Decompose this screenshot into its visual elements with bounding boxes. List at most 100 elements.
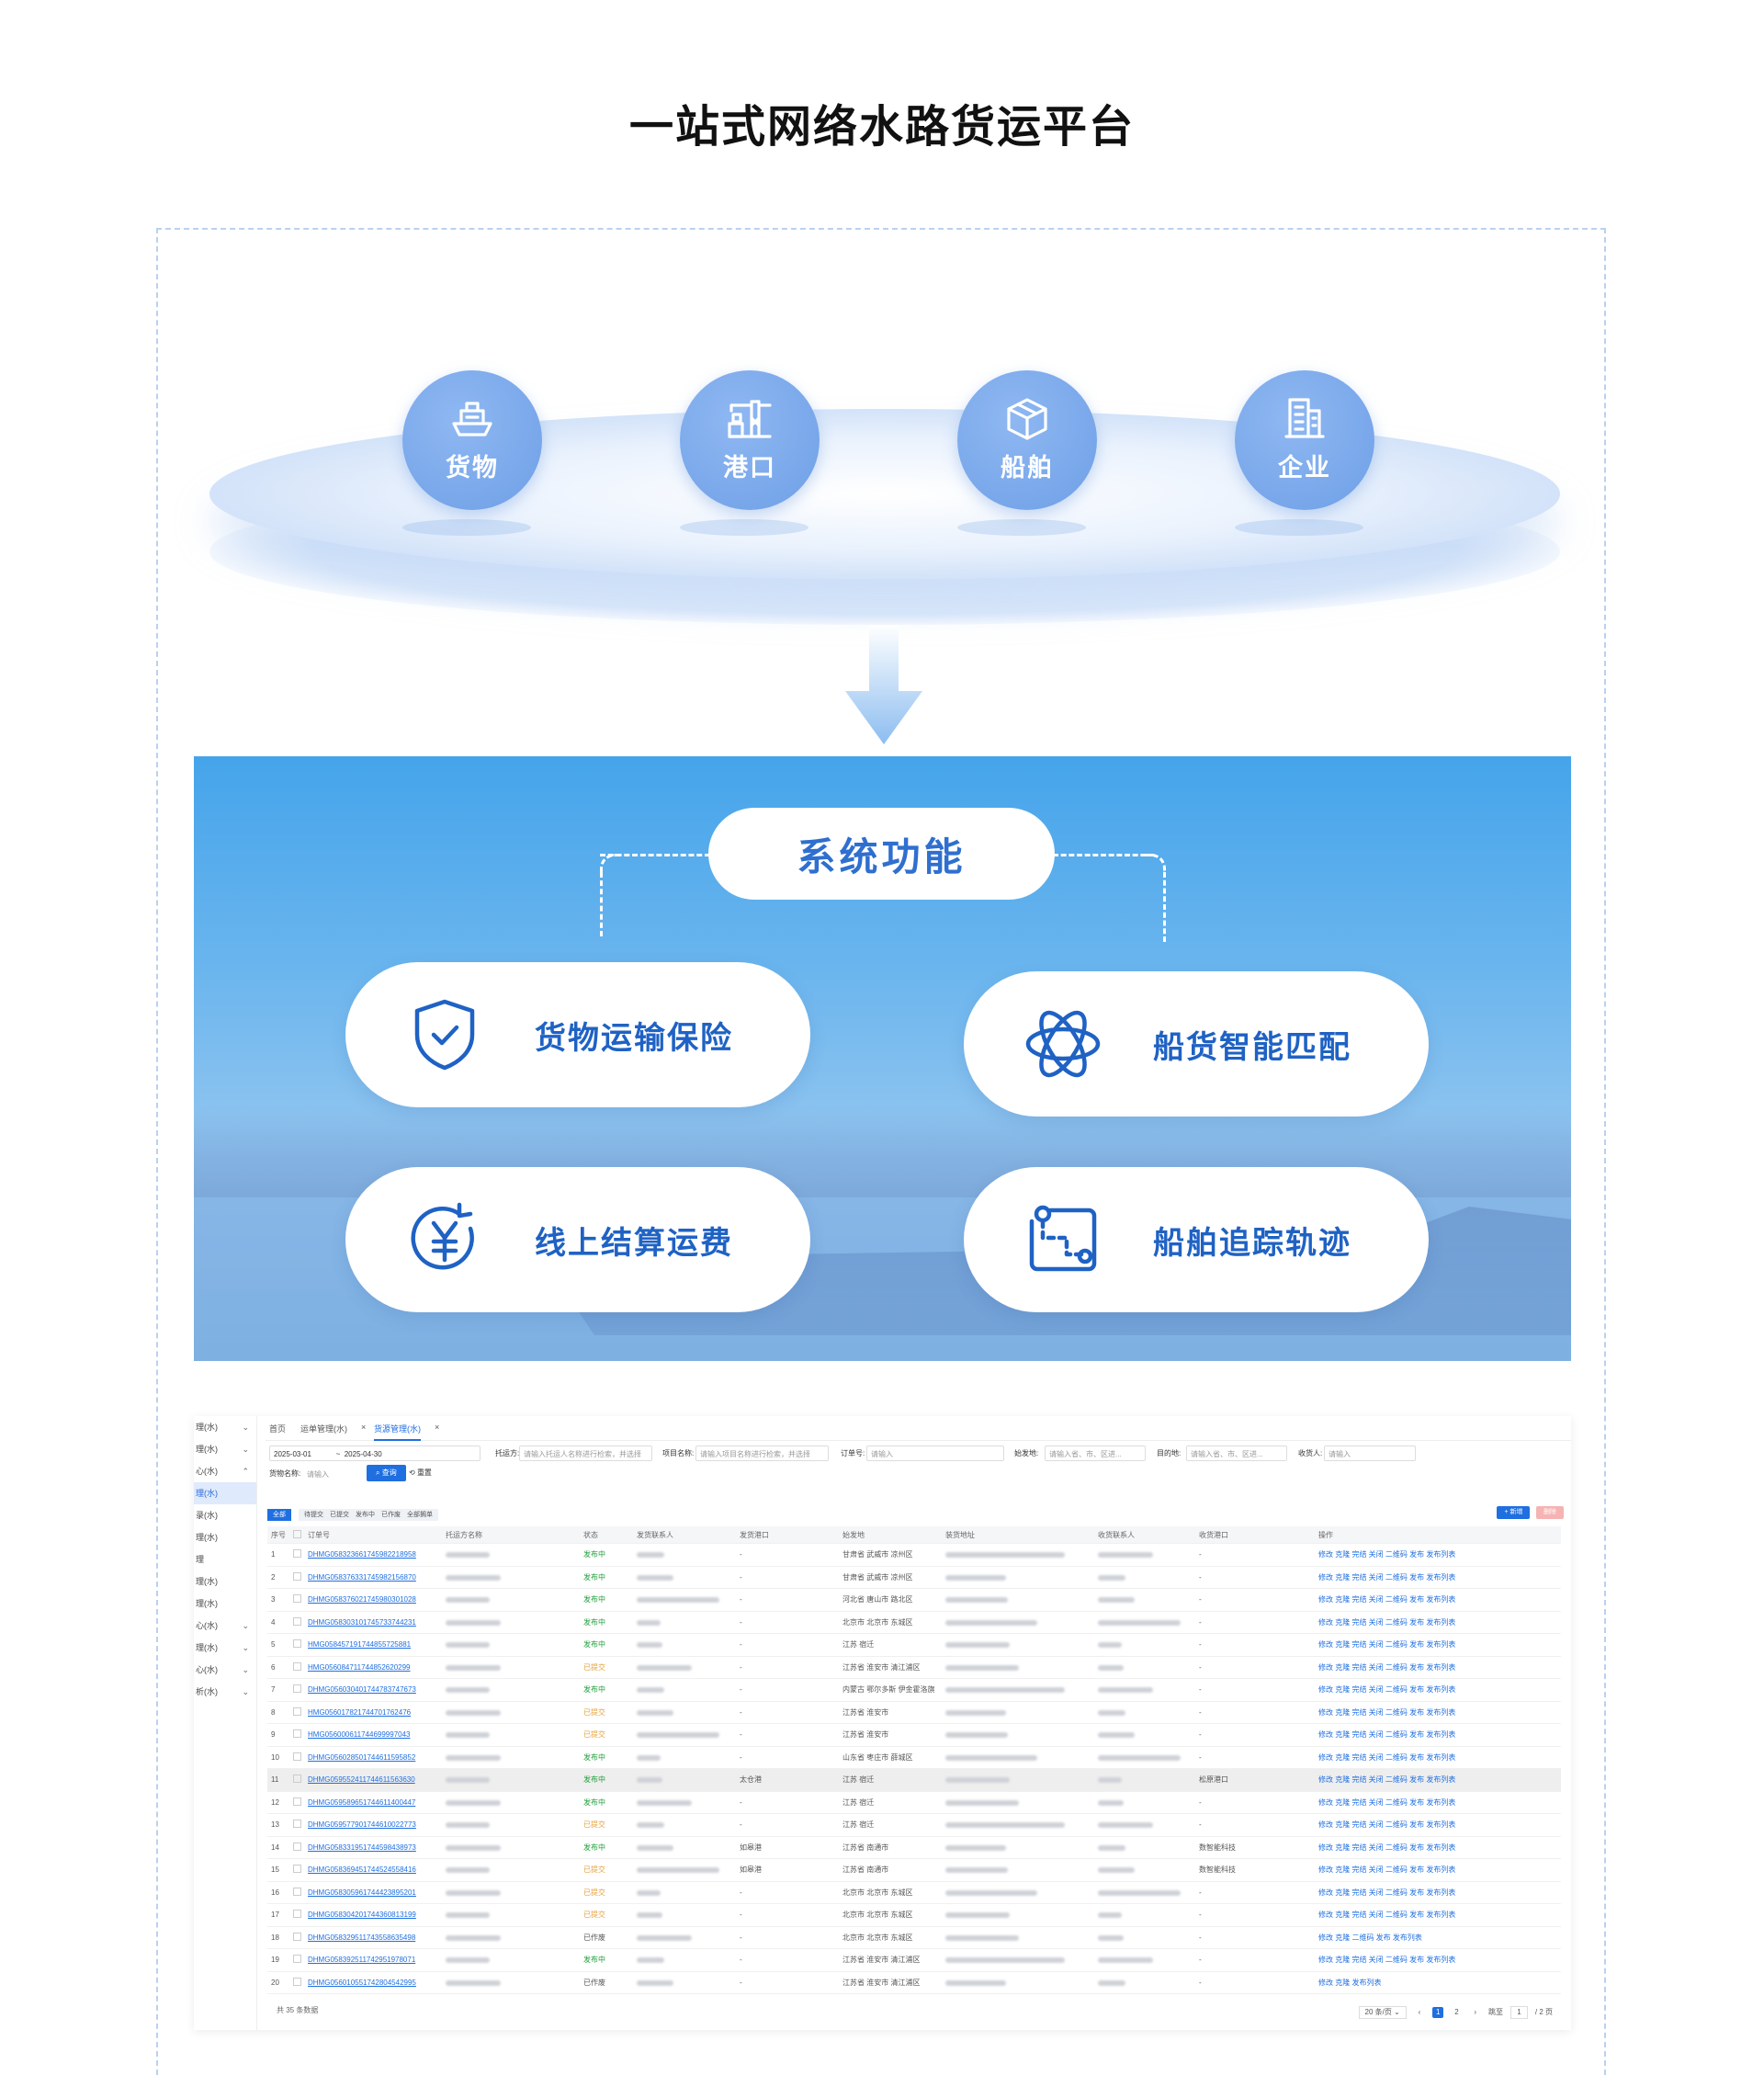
order-input[interactable]: 请输入: [866, 1446, 1004, 1461]
tab-waybill[interactable]: 运单管理(水): [300, 1423, 347, 1434]
order-number-link[interactable]: DHMG059589651744611400447: [304, 1791, 442, 1814]
row-actions[interactable]: 修改 克隆 完结 关闭 二维码 发布 发布列表: [1315, 1588, 1561, 1612]
order-number-link[interactable]: HMG056084711744852620299: [304, 1656, 442, 1679]
page-1-button[interactable]: 1: [1432, 2007, 1444, 2018]
table-row[interactable]: 18 DHMG058329511743558635498 已作废 - 北京市 北京市 东…: [267, 1926, 1561, 1949]
tab-cargo-source[interactable]: 货源管理(水): [374, 1423, 421, 1441]
order-number-link[interactable]: DHMG056028501744611595852: [304, 1746, 442, 1769]
order-number-link[interactable]: DHMG059577901744610022773: [304, 1813, 442, 1837]
sidebar-item[interactable]: 心(水) ⌃: [194, 1460, 256, 1482]
order-number-link[interactable]: HMG0584571917448557​25881: [304, 1633, 442, 1657]
prev-page-button[interactable]: ‹: [1414, 2007, 1425, 2018]
row-checkbox[interactable]: [293, 1729, 301, 1739]
table-row[interactable]: 13 DHMG059577901744610022773 已提交 - 江苏 宿迁 - 修改 …: [267, 1813, 1561, 1837]
add-button[interactable]: + 新增: [1497, 1506, 1531, 1519]
row-checkbox[interactable]: [293, 1775, 301, 1784]
cargo-input[interactable]: 请输入: [302, 1466, 357, 1481]
sidebar-item[interactable]: 心(水) ⌄: [194, 1659, 256, 1681]
row-actions[interactable]: 修改 克隆 完结 关闭 二维码 发布 发布列表: [1315, 1881, 1561, 1904]
sidebar-item[interactable]: 理(水): [194, 1526, 256, 1548]
next-page-button[interactable]: ›: [1470, 2007, 1481, 2018]
row-checkbox[interactable]: [293, 1977, 301, 1986]
table-row[interactable]: 6 HMG056084711744852620299 已提交 - 江苏省 淮安市 清江浦…: [267, 1656, 1561, 1679]
row-checkbox[interactable]: [293, 1910, 301, 1919]
order-number-link[interactable]: DHMG058303101745733744231: [304, 1611, 442, 1634]
table-row[interactable]: 20 DHMG056010551742804542995 已作废 - 江苏省 淮安市 清…: [267, 1971, 1561, 1994]
sidebar-item[interactable]: 理(水): [194, 1482, 256, 1504]
query-button[interactable]: ⌕ 查询: [367, 1465, 406, 1481]
order-number-link[interactable]: DHMG058329511743558635498: [304, 1926, 442, 1949]
sidebar-item[interactable]: 理(水) ⌄: [194, 1416, 256, 1438]
receiver-input[interactable]: 请输入: [1324, 1446, 1416, 1461]
row-checkbox[interactable]: [293, 1865, 301, 1874]
order-number-link[interactable]: DHMG058304201744360813199: [304, 1903, 442, 1927]
project-input[interactable]: 请输入项目名称进行检索，并选择: [695, 1446, 829, 1461]
reset-button[interactable]: ⟲ 重置: [409, 1465, 432, 1481]
sidebar-item[interactable]: 理(水): [194, 1593, 256, 1615]
row-checkbox[interactable]: [293, 1842, 301, 1851]
row-actions[interactable]: 修改 克隆 发布列表: [1315, 1971, 1561, 1994]
order-number-link[interactable]: DHMG056010551742804542995: [304, 1971, 442, 1994]
order-number-link[interactable]: DHMG058369451744524558416: [304, 1858, 442, 1882]
order-number-link[interactable]: DHMG059552411744611563630: [304, 1768, 442, 1792]
sidebar-item[interactable]: 理(水) ⌄: [194, 1438, 256, 1460]
row-actions[interactable]: 修改 克隆 完结 关闭 二维码 发布 发布列表: [1315, 1813, 1561, 1837]
row-checkbox[interactable]: [293, 1932, 301, 1941]
row-actions[interactable]: 修改 克隆 完结 关闭 二维码 发布 发布列表: [1315, 1858, 1561, 1882]
row-actions[interactable]: 修改 克隆 完结 关闭 二维码 发布 发布列表: [1315, 1903, 1561, 1927]
sidebar-item[interactable]: 析(水) ⌄: [194, 1681, 256, 1703]
table-row[interactable]: 14 DHMG058331951744598438973 发布中 如皋港 江苏省 南通市…: [267, 1836, 1561, 1859]
dest-input[interactable]: 请输入省、市、区进...: [1186, 1446, 1287, 1461]
tab-close-icon[interactable]: ×: [361, 1423, 366, 1432]
select-all-checkbox[interactable]: [293, 1529, 301, 1538]
delete-button[interactable]: 删除: [1536, 1506, 1564, 1519]
status-tab[interactable]: 全部: [267, 1509, 291, 1521]
sidebar-item[interactable]: 理(水) ⌄: [194, 1637, 256, 1659]
row-actions[interactable]: 修改 克隆 完结 关闭 二维码 发布 发布列表: [1315, 1701, 1561, 1724]
order-number-link[interactable]: DHMG058331951744598438973: [304, 1836, 442, 1859]
table-row[interactable]: 9 HMG056000611744699997043 已提交 - 江苏省 淮安市 - 修改 …: [267, 1723, 1561, 1747]
table-row[interactable]: 15 DHMG058369451744524558416 已提交 如皋港 江苏省 南通市…: [267, 1858, 1561, 1882]
row-actions[interactable]: 修改 克隆 二维码 发布 发布列表: [1315, 1926, 1561, 1949]
row-checkbox[interactable]: [293, 1955, 301, 1964]
row-actions[interactable]: 修改 克隆 完结 关闭 二维码 发布 发布列表: [1315, 1543, 1561, 1567]
order-number-link[interactable]: DHMG058392511742951978071: [304, 1948, 442, 1972]
table-row[interactable]: 11 DHMG059552411744611563630 发布中 太仓港 江苏 宿迁 松原…: [267, 1768, 1561, 1792]
row-checkbox[interactable]: [293, 1684, 301, 1694]
page-size-select[interactable]: 20 条/页 ⌄: [1358, 2006, 1407, 2019]
row-checkbox[interactable]: [293, 1549, 301, 1559]
table-row[interactable]: 1 DHMG0583236617459822​18958 发布中 - 甘肃省 武威市 凉…: [267, 1543, 1561, 1567]
row-actions[interactable]: 修改 克隆 完结 关闭 二维码 发布 发布列表: [1315, 1656, 1561, 1679]
table-row[interactable]: 10 DHMG056028501744611595852 发布中 - 山东省 枣庄市 薛…: [267, 1746, 1561, 1769]
tab-home[interactable]: 首页: [269, 1423, 286, 1434]
row-actions[interactable]: 修改 克隆 完结 关闭 二维码 发布 发布列表: [1315, 1678, 1561, 1702]
row-checkbox[interactable]: [293, 1639, 301, 1649]
order-number-link[interactable]: HMG056017821744701762476: [304, 1701, 442, 1724]
order-number-link[interactable]: HMG056000611744699997043: [304, 1723, 442, 1747]
page-2-button[interactable]: 2: [1451, 2007, 1462, 2018]
row-checkbox[interactable]: [293, 1797, 301, 1806]
table-row[interactable]: 16 DHMG058305961744423895201 已提交 - 北京市 北京市 东…: [267, 1881, 1561, 1904]
table-row[interactable]: 12 DHMG059589651744611400447 发布中 - 江苏 宿迁 - 修改 …: [267, 1791, 1561, 1814]
row-checkbox[interactable]: [293, 1752, 301, 1761]
order-number-link[interactable]: DHMG058376021745980301028: [304, 1588, 442, 1612]
row-actions[interactable]: 修改 克隆 完结 关闭 二维码 发布 发布列表: [1315, 1836, 1561, 1859]
order-number-link[interactable]: DHMG058376331745982156870: [304, 1566, 442, 1589]
tab-close-icon[interactable]: ×: [435, 1423, 439, 1432]
row-checkbox[interactable]: [293, 1706, 301, 1716]
row-actions[interactable]: 修改 克隆 完结 关闭 二维码 发布 发布列表: [1315, 1948, 1561, 1972]
origin-input[interactable]: 请输入省、市、区进...: [1045, 1446, 1146, 1461]
order-number-link[interactable]: DHMG0583236617459822​18958: [304, 1543, 442, 1567]
sidebar-item[interactable]: 理: [194, 1548, 256, 1570]
table-row[interactable]: 8 HMG056017821744701762476 已提交 - 江苏省 淮安市 - 修改 …: [267, 1701, 1561, 1724]
row-actions[interactable]: 修改 克隆 完结 关闭 二维码 发布 发布列表: [1315, 1746, 1561, 1769]
jump-input[interactable]: 1: [1510, 2006, 1528, 2019]
date-range-input[interactable]: 2025-03-01 ~ 2025-04-30: [269, 1446, 481, 1461]
row-checkbox[interactable]: [293, 1616, 301, 1626]
table-row[interactable]: 5 HMG0584571917448557​25881 发布中 - 江苏 宿迁 - 修改 克…: [267, 1633, 1561, 1657]
row-actions[interactable]: 修改 克隆 完结 关闭 二维码 发布 发布列表: [1315, 1768, 1561, 1792]
row-checkbox[interactable]: [293, 1594, 301, 1604]
row-actions[interactable]: 修改 克隆 完结 关闭 二维码 发布 发布列表: [1315, 1723, 1561, 1747]
shipper-input[interactable]: 请输入托运人名称进行检索，并选择: [519, 1446, 652, 1461]
table-row[interactable]: 17 DHMG058304201744360813199 已提交 - 北京市 北京市 东…: [267, 1903, 1561, 1927]
